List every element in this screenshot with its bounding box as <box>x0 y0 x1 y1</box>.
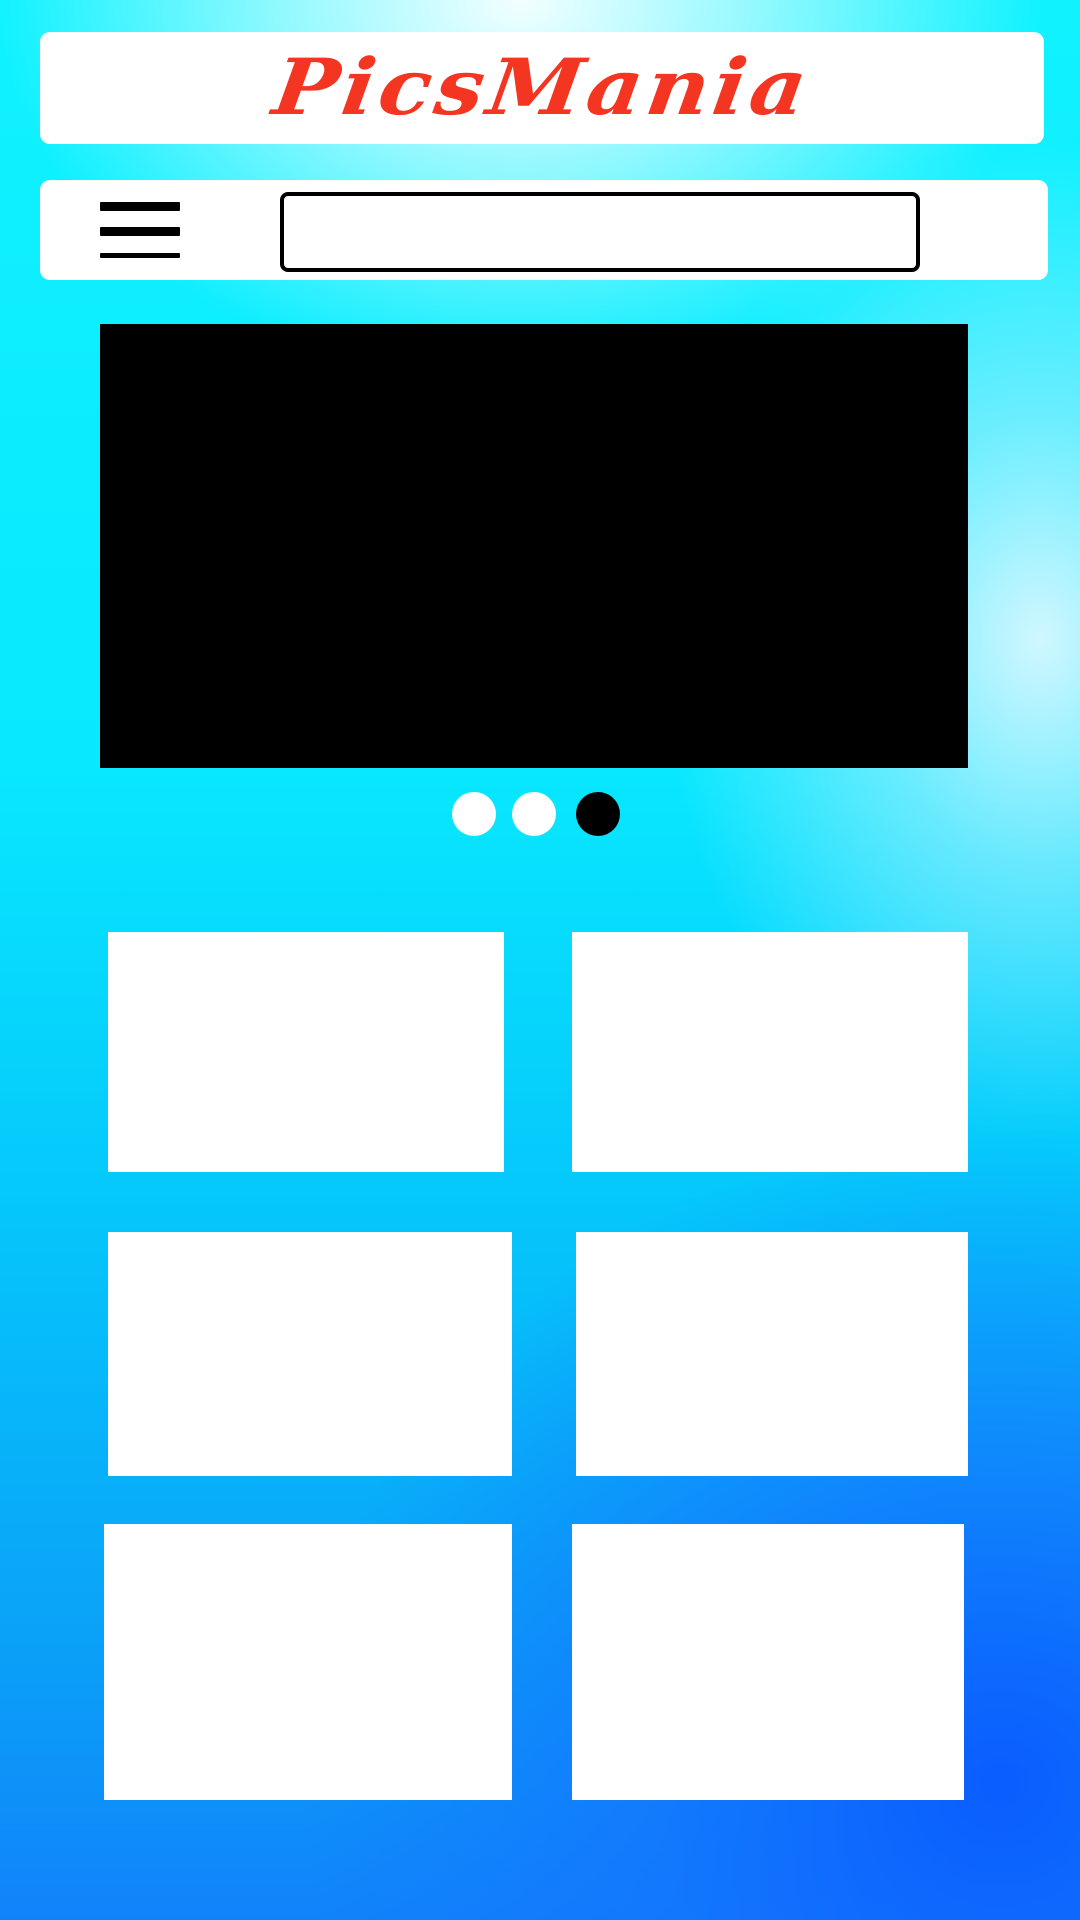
header-bar: PicsMania <box>40 32 1044 144</box>
gallery-tile-1[interactable] <box>108 932 504 1172</box>
slide-dot-3-active[interactable] <box>576 792 620 836</box>
slide-dot-2[interactable] <box>512 792 556 836</box>
gallery-tile-3[interactable] <box>108 1232 512 1476</box>
slideshow-image[interactable] <box>100 324 968 768</box>
menu-line <box>100 253 180 258</box>
menu-line <box>100 202 180 211</box>
nav-bar <box>40 180 1048 280</box>
gallery-tile-2[interactable] <box>572 932 968 1172</box>
gallery-tile-4[interactable] <box>576 1232 968 1476</box>
search-input[interactable] <box>280 192 920 272</box>
slide-dot-1[interactable] <box>452 792 496 836</box>
gallery-tile-5[interactable] <box>104 1524 512 1800</box>
app-logo[interactable]: PicsMania <box>268 42 817 133</box>
gallery-tile-6[interactable] <box>572 1524 964 1800</box>
menu-line <box>100 227 180 236</box>
hamburger-menu-icon[interactable] <box>100 202 180 258</box>
